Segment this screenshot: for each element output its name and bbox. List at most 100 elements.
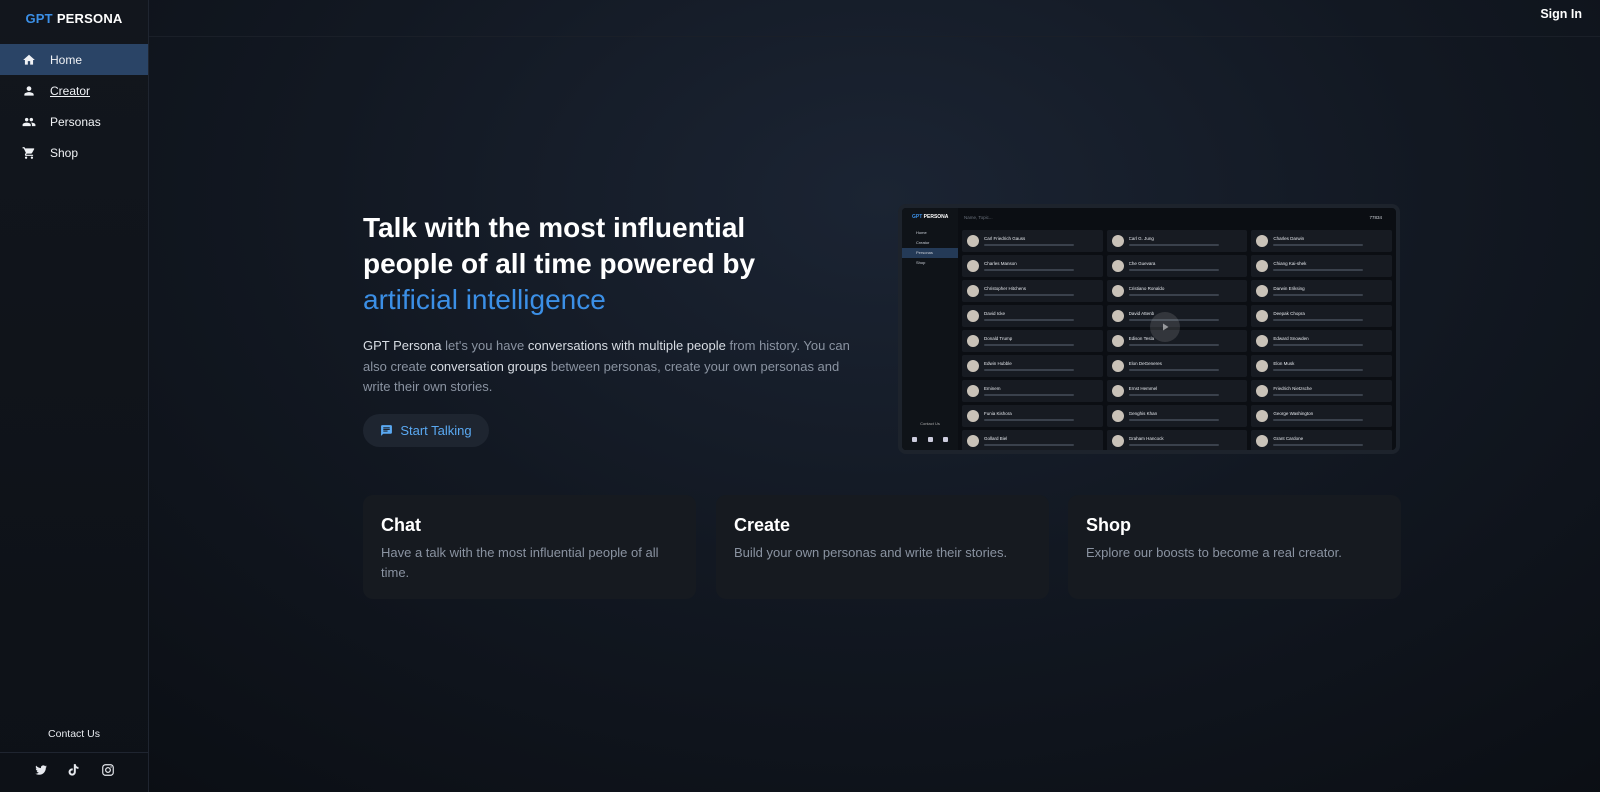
hero-description: GPT Persona let's you have conversations…	[363, 336, 863, 398]
tiktok-icon[interactable]	[67, 763, 81, 782]
preview-persona-text: George Washington	[1273, 411, 1364, 421]
preview-persona-desc	[984, 319, 1074, 321]
preview-persona-desc	[1128, 244, 1219, 246]
preview-persona-text: Charles Manson	[984, 261, 1074, 271]
preview-credits: 77834	[1369, 215, 1382, 220]
preview-persona-name: Carl Friedrich Gauss	[984, 236, 1026, 241]
preview-persona-avatar	[967, 360, 979, 372]
preview-persona-card: Elon DeGeneres	[1106, 355, 1248, 377]
preview-persona-text: Edward Snowden	[1273, 336, 1364, 346]
feature-card-shop[interactable]: Shop Explore our boosts to become a real…	[1068, 495, 1401, 599]
preview-persona-text: Che Guevara	[1128, 261, 1219, 271]
top-bar: Sign In	[149, 0, 1600, 37]
preview-persona-avatar	[1256, 335, 1269, 347]
preview-persona-text: Ernst Hemmel	[1128, 386, 1219, 396]
preview-persona-text: Grant Cardone	[1273, 436, 1364, 446]
sidebar-item-label: Shop	[50, 145, 79, 160]
app-preview[interactable]: GPT PERSONA Home Creator Personas Shop C…	[898, 204, 1400, 454]
preview-persona-card: Che Guevara	[1106, 255, 1248, 277]
preview-persona-card: Graham Hancock	[1106, 430, 1248, 450]
feature-card-chat[interactable]: Chat Have a talk with the most influenti…	[363, 495, 696, 599]
desc-brand: GPT Persona	[363, 338, 442, 353]
preview-persona-card: Charles Manson	[962, 255, 1103, 277]
logo-text: PERSONA	[56, 10, 123, 26]
preview-persona-desc	[1273, 444, 1364, 446]
preview-persona-avatar	[1256, 235, 1269, 247]
preview-persona-text: Carl G. Jung	[1128, 236, 1219, 246]
preview-persona-desc	[984, 444, 1074, 446]
preview-persona-desc	[1273, 319, 1364, 321]
preview-persona-avatar	[967, 435, 979, 447]
preview-topbar: Name, Topic... 77834	[958, 208, 1396, 228]
preview-persona-name: Carl G. Jung	[1128, 236, 1154, 241]
hero-title-line2: people of all time powered by	[363, 248, 756, 279]
preview-nav-item: Home	[916, 230, 927, 235]
preview-persona-desc	[1273, 369, 1364, 371]
twitter-icon[interactable]	[34, 763, 48, 782]
sign-in-button[interactable]: Sign In	[1540, 7, 1582, 21]
preview-persona-name: Friedrich Nietzsche	[1273, 386, 1312, 391]
social-links	[0, 752, 148, 792]
preview-nav-item: Shop	[916, 260, 926, 265]
preview-persona-avatar	[967, 310, 979, 322]
desc-highlight: conversation groups	[430, 358, 548, 374]
sidebar-item-personas[interactable]: Personas	[0, 106, 148, 137]
preview-persona-name: Gollard Biel	[984, 436, 1008, 441]
preview-persona-avatar	[967, 410, 979, 422]
preview-persona-text: Elon DeGeneres	[1128, 361, 1219, 371]
app-logo[interactable]: GPT PERSONA	[0, 0, 148, 36]
preview-persona-desc	[1128, 344, 1219, 346]
preview-persona-name: Grant Cardone	[1273, 436, 1304, 441]
preview-persona-avatar	[1256, 360, 1269, 372]
contact-us-link[interactable]: Contact Us	[0, 728, 148, 740]
preview-persona-avatar	[1256, 260, 1269, 272]
preview-nav-item: Personas	[902, 248, 958, 258]
preview-persona-name: Donald Trump	[984, 336, 1013, 341]
preview-persona-desc	[984, 394, 1074, 396]
sidebar-item-creator[interactable]: Creator	[0, 75, 148, 106]
preview-persona-text: Genghis Khan	[1128, 411, 1219, 421]
card-title: Create	[734, 515, 791, 535]
preview-persona-name: George Washington	[1273, 411, 1314, 416]
preview-nav-item: Creator	[916, 240, 930, 245]
sidebar-item-shop[interactable]: Shop	[0, 137, 148, 168]
preview-persona-card: Darwin Eriksing	[1251, 280, 1392, 302]
preview-persona-desc	[1273, 394, 1364, 396]
preview-persona-card: Friedrich Nietzsche	[1251, 380, 1392, 402]
preview-persona-desc	[984, 269, 1074, 271]
preview-persona-name: Elon Musk	[1273, 361, 1295, 366]
preview-persona-card: Carl G. Jung	[1106, 230, 1248, 252]
preview-persona-text: Donald Trump	[984, 336, 1074, 346]
preview-persona-text: Graham Hancock	[1128, 436, 1219, 446]
preview-persona-card: George Washington	[1251, 405, 1392, 427]
preview-persona-card: Genghis Khan	[1106, 405, 1248, 427]
preview-persona-card: Cristiano Ronaldo	[1106, 280, 1248, 302]
preview-persona-avatar	[967, 260, 979, 272]
preview-persona-avatar	[1111, 310, 1124, 322]
preview-persona-text: Chiang Kai-shek	[1273, 261, 1364, 271]
preview-logo-accent: GPT	[912, 214, 923, 220]
preview-persona-name: Che Guevara	[1128, 261, 1156, 266]
hero-title-highlight: artificial intelligence	[363, 284, 606, 315]
preview-persona-text: Charles Darwin	[1273, 236, 1364, 246]
sidebar-item-label: Personas	[50, 114, 101, 129]
preview-persona-avatar	[967, 385, 979, 397]
preview-persona-name: Ernst Hemmel	[1128, 386, 1158, 391]
preview-persona-avatar	[1111, 335, 1124, 347]
preview-persona-name: Edward Snowden	[1273, 336, 1309, 341]
preview-persona-name: Cristiano Ronaldo	[1128, 286, 1165, 291]
preview-persona-card: Elon Musk	[1251, 355, 1392, 377]
card-text: Explore our boosts to become a real crea…	[1086, 545, 1342, 560]
card-title: Shop	[1086, 515, 1131, 535]
preview-persona-card: Gollard Biel	[962, 430, 1103, 450]
preview-persona-avatar	[1111, 410, 1124, 422]
preview-persona-card: Deepak Chopra	[1251, 305, 1392, 327]
start-talking-button[interactable]: Start Talking	[363, 414, 489, 447]
preview-persona-text: David Icke	[984, 311, 1074, 321]
preview-persona-avatar	[1111, 385, 1124, 397]
feature-card-create[interactable]: Create Build your own personas and write…	[716, 495, 1049, 599]
instagram-icon[interactable]	[101, 763, 115, 782]
play-icon[interactable]	[1150, 312, 1180, 342]
preview-persona-card: David Icke	[962, 305, 1103, 327]
sidebar-item-home[interactable]: Home	[0, 44, 148, 75]
